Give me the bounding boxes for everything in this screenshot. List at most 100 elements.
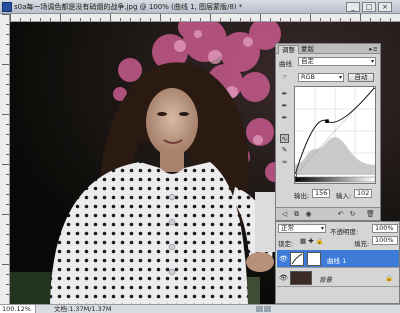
ruler-tick — [360, 14, 361, 21]
layer-clip-icon[interactable]: ⧉ — [292, 210, 301, 218]
status-bar: 100.12% 文档:1.37M/1.37M — [0, 304, 400, 313]
ruler-tick — [6, 54, 9, 55]
maximize-button[interactable]: □ — [362, 2, 376, 12]
ruler-tick — [6, 154, 9, 155]
layer-row-curves[interactable]: 👁 曲线 1 — [277, 250, 399, 268]
ruler-tick — [6, 24, 9, 25]
preset-label: 曲线 — [279, 60, 292, 68]
pencil-draw-icon[interactable]: ✎ — [280, 146, 289, 155]
ruler-tick — [130, 18, 131, 21]
edit-points-icon[interactable]: ∿ — [280, 134, 289, 143]
ruler-tick — [110, 14, 111, 21]
channel-select[interactable]: RGB ▾ — [298, 73, 344, 82]
curves-adjustment-thumbnail — [290, 252, 304, 266]
ruler-tick — [270, 18, 271, 21]
eye-icon[interactable]: 👁 — [279, 274, 288, 282]
ruler-vertical[interactable] — [0, 14, 10, 304]
curve-adjust-icon[interactable]: ☞ — [280, 73, 289, 82]
ruler-tick — [50, 18, 51, 21]
input-label: 输入: — [336, 192, 352, 200]
tab-adjustments[interactable]: 调整 — [278, 45, 299, 54]
channel-value: RGB — [301, 73, 316, 81]
ruler-tick — [180, 18, 181, 21]
photoshop-doc-icon — [2, 2, 12, 12]
white-eyedropper-icon[interactable]: ✒ — [280, 114, 289, 123]
opacity-field[interactable]: 100% — [372, 224, 398, 233]
fill-label: 填充: — [354, 240, 370, 248]
trash-icon[interactable]: 🗑 — [366, 210, 375, 218]
ruler-horizontal[interactable] — [10, 14, 400, 22]
layer-mask-thumbnail[interactable] — [307, 252, 321, 266]
ruler-tick — [6, 284, 9, 285]
black-eyedropper-icon[interactable]: ✒ — [280, 90, 289, 99]
adjustments-footer: ◁ ⧉ ◉ ↶ ↻ 🗑 — [276, 207, 380, 220]
ruler-tick — [6, 134, 9, 135]
gray-eyedropper-icon[interactable]: ✒ — [280, 102, 289, 111]
blend-mode-value: 正常 — [281, 224, 294, 232]
preset-select[interactable]: 自定 ▾ — [298, 57, 376, 66]
close-button[interactable]: × — [378, 2, 392, 12]
ruler-tick — [380, 18, 381, 21]
ruler-tick — [30, 18, 31, 21]
zoom-field[interactable]: 100.12% — [0, 305, 36, 313]
ruler-tick — [70, 18, 71, 21]
ruler-tick — [6, 294, 9, 295]
ruler-tick — [6, 204, 9, 205]
ruler-tick — [6, 224, 9, 225]
ruler-tick — [210, 14, 211, 21]
ruler-tick — [6, 104, 9, 105]
minimize-button[interactable]: _ — [346, 2, 360, 12]
scroll-left-icon[interactable] — [256, 306, 263, 312]
document-info[interactable]: 文档:1.37M/1.37M — [54, 305, 112, 313]
ruler-tick — [80, 18, 81, 21]
ruler-tick — [240, 18, 241, 21]
input-field[interactable]: 102 — [354, 189, 372, 198]
curve-control-point — [293, 173, 297, 177]
ruler-tick — [2, 114, 9, 115]
reset-icon[interactable]: ↻ — [348, 210, 357, 218]
adjustments-tabs: 调整 蒙版 ▸≡ — [276, 44, 380, 54]
curve-control-point — [325, 119, 329, 123]
layer-name: 背景 — [319, 276, 332, 284]
scroll-right-icon[interactable] — [264, 306, 271, 312]
curve-graph[interactable] — [293, 85, 377, 184]
ruler-tick — [2, 164, 9, 165]
curve-plot[interactable] — [293, 85, 377, 183]
ruler-tick — [90, 18, 91, 21]
ruler-tick — [140, 18, 141, 21]
layers-panel: 正常 ▾ 不透明度: 100% 锁定: ▦ ✚ 🔒 填充: 100% 👁 曲线 … — [275, 221, 400, 304]
ruler-tick — [290, 18, 291, 21]
fill-field[interactable]: 100% — [372, 236, 398, 245]
ruler-tick — [6, 234, 9, 235]
chevron-down-icon: ▾ — [320, 225, 324, 232]
ruler-tick — [6, 124, 9, 125]
lock-icons[interactable]: ▦ ✚ 🔒 — [300, 237, 324, 245]
visibility-icon[interactable]: ◉ — [304, 210, 313, 218]
back-arrow-icon[interactable]: ◁ — [280, 210, 289, 218]
ruler-tick — [340, 18, 341, 21]
ruler-tick — [330, 18, 331, 21]
output-label: 输出: — [294, 192, 310, 200]
ruler-tick — [250, 18, 251, 21]
blend-mode-select[interactable]: 正常 ▾ — [278, 224, 326, 233]
auto-button[interactable]: 自动 — [348, 73, 374, 82]
ruler-tick — [310, 14, 311, 21]
input-gradient-bar — [294, 176, 376, 183]
ruler-tick — [6, 74, 9, 75]
ruler-tick — [150, 18, 151, 21]
ruler-tick — [6, 184, 9, 185]
eye-icon[interactable]: 👁 — [279, 255, 288, 263]
layer-row-background[interactable]: 👁 背景 🔒 — [277, 269, 399, 287]
previous-state-icon[interactable]: ↶ — [336, 210, 345, 218]
panel-menu-icon[interactable]: ▸≡ — [369, 45, 378, 53]
lock-icon: 🔒 — [385, 274, 394, 282]
ruler-tick — [260, 14, 261, 21]
smooth-curve-icon[interactable]: ≈ — [280, 158, 289, 167]
tab-masks[interactable]: 蒙版 — [298, 45, 317, 54]
ruler-tick — [280, 18, 281, 21]
ruler-tick — [6, 174, 9, 175]
document-titlebar[interactable]: s0a每一场调色都是没有硝烟的战争.jpg @ 100% (曲线 1, 图层蒙版… — [0, 0, 400, 14]
ruler-tick — [6, 44, 9, 45]
ruler-tick — [10, 14, 11, 21]
output-field[interactable]: 156 — [312, 189, 330, 198]
